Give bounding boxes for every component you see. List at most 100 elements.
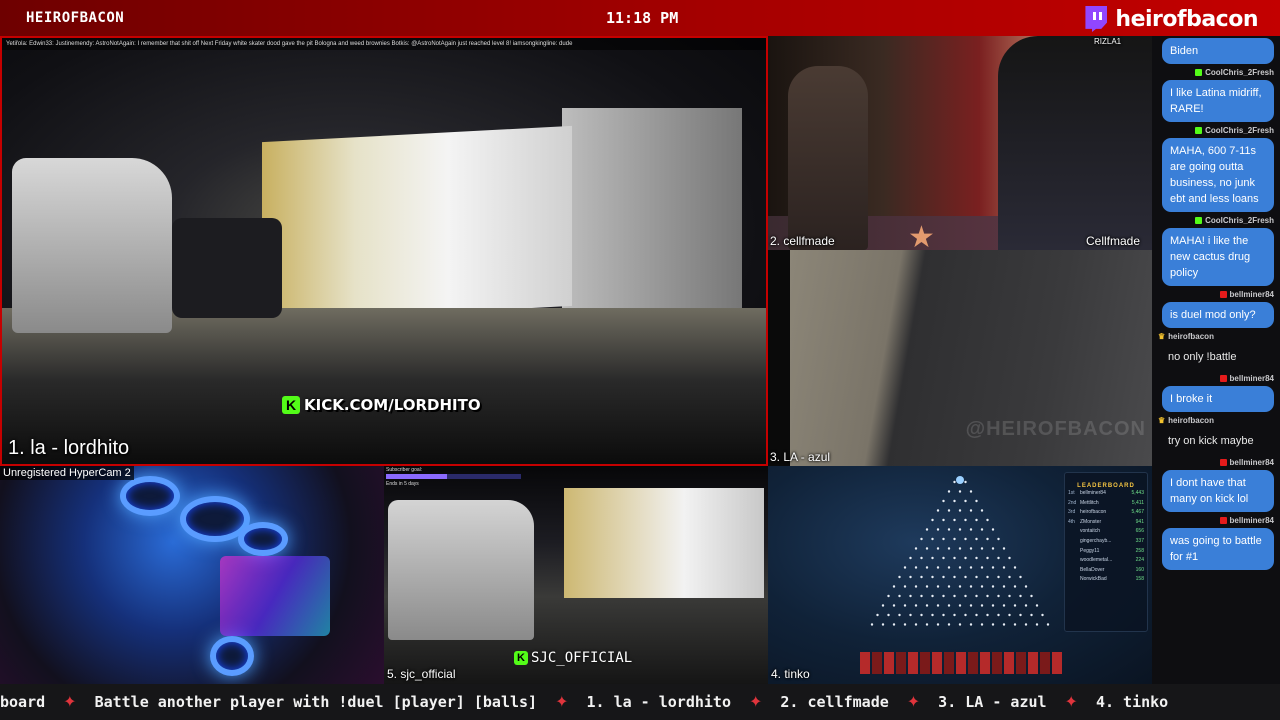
leaderboard-name: woodlemetal... xyxy=(1080,557,1113,564)
plinko-peg xyxy=(925,547,929,550)
goal-subtitle: Ends in 5 days xyxy=(386,481,419,487)
chat-bubble: I like Latina midriff, RARE! xyxy=(1162,80,1274,122)
plinko-peg xyxy=(1019,594,1022,598)
leaderboard-row: 3rd heirofbacon 5,467 xyxy=(1065,508,1147,518)
plinko-peg xyxy=(947,623,951,626)
plinko-bucket xyxy=(884,652,894,674)
leaderboard-rank: 4th xyxy=(1068,518,1075,525)
leaderboard-score: 158 xyxy=(1135,576,1144,583)
plinko-peg xyxy=(986,518,989,522)
channel-name: HEIROFBACON xyxy=(26,10,125,26)
top-bar: HEIROFBACON 11:18 PM heirofbacon xyxy=(0,0,1280,36)
plinko-peg xyxy=(980,547,984,550)
chat-username: bellminer84 xyxy=(1158,290,1274,299)
bottom-ticker: board ✦ Battle another player with !duel [… xyxy=(0,684,1280,720)
plinko-peg xyxy=(1013,604,1017,607)
pc-cam-panel[interactable]: Unregistered HyperCam 2 xyxy=(0,466,384,684)
plinko-bucket xyxy=(872,652,882,674)
plinko-peg xyxy=(1002,547,1006,550)
chat-username: bellminer84 xyxy=(1158,374,1274,383)
top-tag: RIZLA1 xyxy=(1094,37,1122,46)
main-stream-panel[interactable]: Yetiřola: Edwin33: Justinemendy: AstroNo… xyxy=(0,36,768,466)
rgb-strip xyxy=(220,556,330,636)
plinko-peg xyxy=(920,613,923,617)
plinko-peg xyxy=(964,537,967,541)
plinko-peg xyxy=(986,613,989,617)
plinko-peg xyxy=(1008,575,1011,579)
plinko-peg xyxy=(975,575,978,579)
chat-user-line: CoolChris_2Fresh xyxy=(1158,126,1274,135)
plinko-peg xyxy=(942,499,945,503)
plinko-peg xyxy=(953,556,956,560)
stream-panel-sjc[interactable]: Subscriber goal: Ends in 5 days K SJC_OF… xyxy=(384,466,768,684)
plinko-peg xyxy=(914,623,918,626)
leaderboard-name: Peggy11 xyxy=(1080,547,1100,554)
plinko-peg xyxy=(1002,585,1006,588)
kick-icon: K xyxy=(282,396,300,414)
plinko-peg xyxy=(1002,566,1006,569)
chat-username: bellminer84 xyxy=(1158,516,1274,525)
plinko-peg xyxy=(953,499,956,503)
plinko-peg xyxy=(953,613,956,617)
plinko-peg xyxy=(931,594,934,598)
stream-panel-azul[interactable]: @HEIROFBACON 3. LA - azul xyxy=(768,250,1152,466)
chat-user-line: bellminer84 xyxy=(1158,516,1274,525)
plinko-peg xyxy=(920,556,923,560)
plinko-peg xyxy=(1013,566,1017,569)
panel-tag: Cellfmade xyxy=(1086,234,1141,248)
leaderboard-row: Peggy11 258 xyxy=(1065,547,1147,557)
leaderboard-score: 224 xyxy=(1135,557,1144,564)
leaderboard-score: 5,467 xyxy=(1131,509,1144,516)
chat-bubble: MAHA! i like the new cactus drug policy xyxy=(1162,228,1274,286)
plinko-peg xyxy=(986,556,989,560)
plinko-peg xyxy=(964,594,967,598)
plinko-bucket xyxy=(860,652,870,674)
kick-overlay: K KICK.COM/LORDHITO xyxy=(282,396,481,414)
chat-bubble: try on kick maybe xyxy=(1168,435,1254,447)
plinko-peg xyxy=(936,509,940,512)
plinko-peg xyxy=(1041,613,1044,617)
chat-user-name: heirofbacon xyxy=(1168,332,1214,341)
leaderboard-score: 5,411 xyxy=(1131,499,1144,506)
stream-panel-cellfmade[interactable]: ★ RIZLA1 2. cellfmade Cellfmade xyxy=(768,36,1152,250)
chat-bubble: I dont have that many on kick lol xyxy=(1162,470,1274,512)
plinko-peg xyxy=(980,509,984,512)
plinko-peg xyxy=(958,547,962,550)
plinko-peg xyxy=(975,537,978,541)
plinko-peg xyxy=(947,585,951,588)
chat-user-name: CoolChris_2Fresh xyxy=(1205,68,1274,77)
leaderboard-rank xyxy=(1068,547,1080,557)
plinko-peg xyxy=(964,575,967,579)
plinko-peg xyxy=(892,585,896,588)
plinko-peg xyxy=(909,556,912,560)
plinko-peg xyxy=(997,537,1000,541)
leaderboard-score: 258 xyxy=(1135,547,1144,554)
plinko-peg xyxy=(876,613,879,617)
chat-user-line: bellminer84 xyxy=(1158,290,1274,299)
leaderboard-row: 4th ZMonster 941 xyxy=(1065,518,1147,528)
white-van xyxy=(388,500,534,640)
kick-badge-icon xyxy=(1195,217,1203,224)
person-left xyxy=(788,66,868,250)
leaderboard-score: 337 xyxy=(1135,537,1144,544)
leaderboard-row: gingerchayb... 337 xyxy=(1065,537,1147,547)
plinko-peg xyxy=(964,480,967,484)
plinko-peg xyxy=(942,556,945,560)
leaderboard-name: ZMonster xyxy=(1080,518,1102,525)
dark-suv xyxy=(172,218,282,318)
chat-user-name: CoolChris_2Fresh xyxy=(1205,126,1274,135)
plinko-peg xyxy=(980,566,984,569)
subscriber-goal: Subscriber goal: Ends in 5 days xyxy=(384,466,524,487)
plinko-peg xyxy=(936,604,940,607)
plinko-peg xyxy=(969,623,973,626)
plinko-peg xyxy=(964,518,967,522)
plinko-peg xyxy=(980,604,984,607)
stream-panel-tinko[interactable]: LEADERBOARD 1st bellminer84 5,443 2nd Mettli… xyxy=(768,466,1152,684)
hypercam-header: Unregistered HyperCam 2 xyxy=(0,466,134,480)
leaderboard-score: 941 xyxy=(1135,518,1144,525)
leaderboard-name: gingerchayb... xyxy=(1080,537,1112,544)
plinko-peg xyxy=(1035,623,1039,626)
chat-message: I dont have that many on kick lol xyxy=(1158,470,1274,512)
chat-message: MAHA, 600 7-11s are going outta business… xyxy=(1158,138,1274,212)
plinko-bucket xyxy=(920,652,930,674)
